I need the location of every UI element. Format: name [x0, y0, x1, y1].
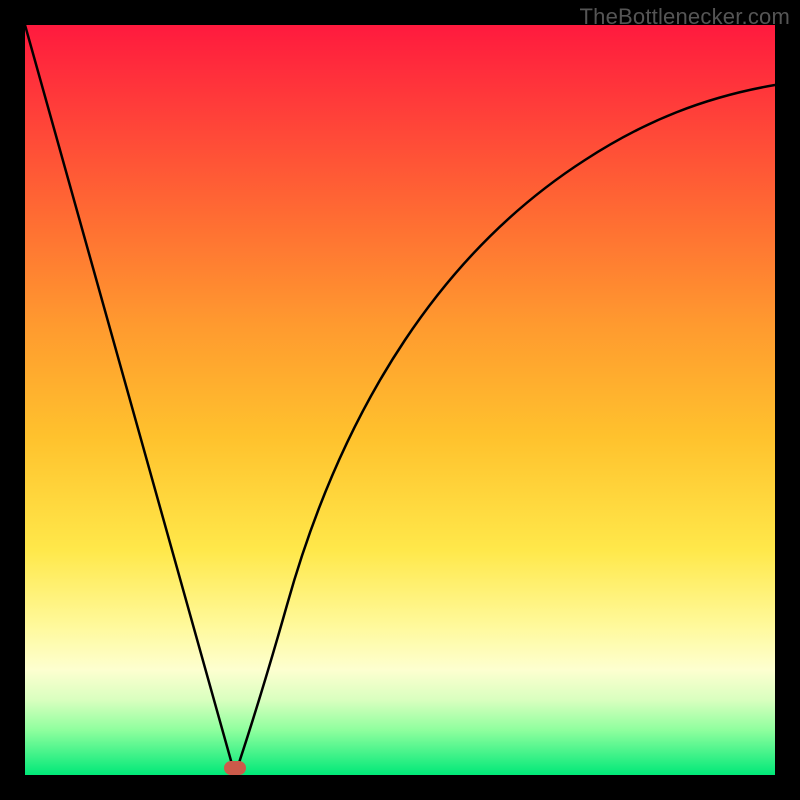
plot-area	[25, 25, 775, 775]
bottleneck-curve	[25, 25, 775, 775]
chart-frame: TheBottlenecker.com	[0, 0, 800, 800]
attribution-label: TheBottlenecker.com	[580, 4, 790, 30]
curve-path	[25, 25, 775, 775]
minimum-marker	[224, 761, 246, 775]
